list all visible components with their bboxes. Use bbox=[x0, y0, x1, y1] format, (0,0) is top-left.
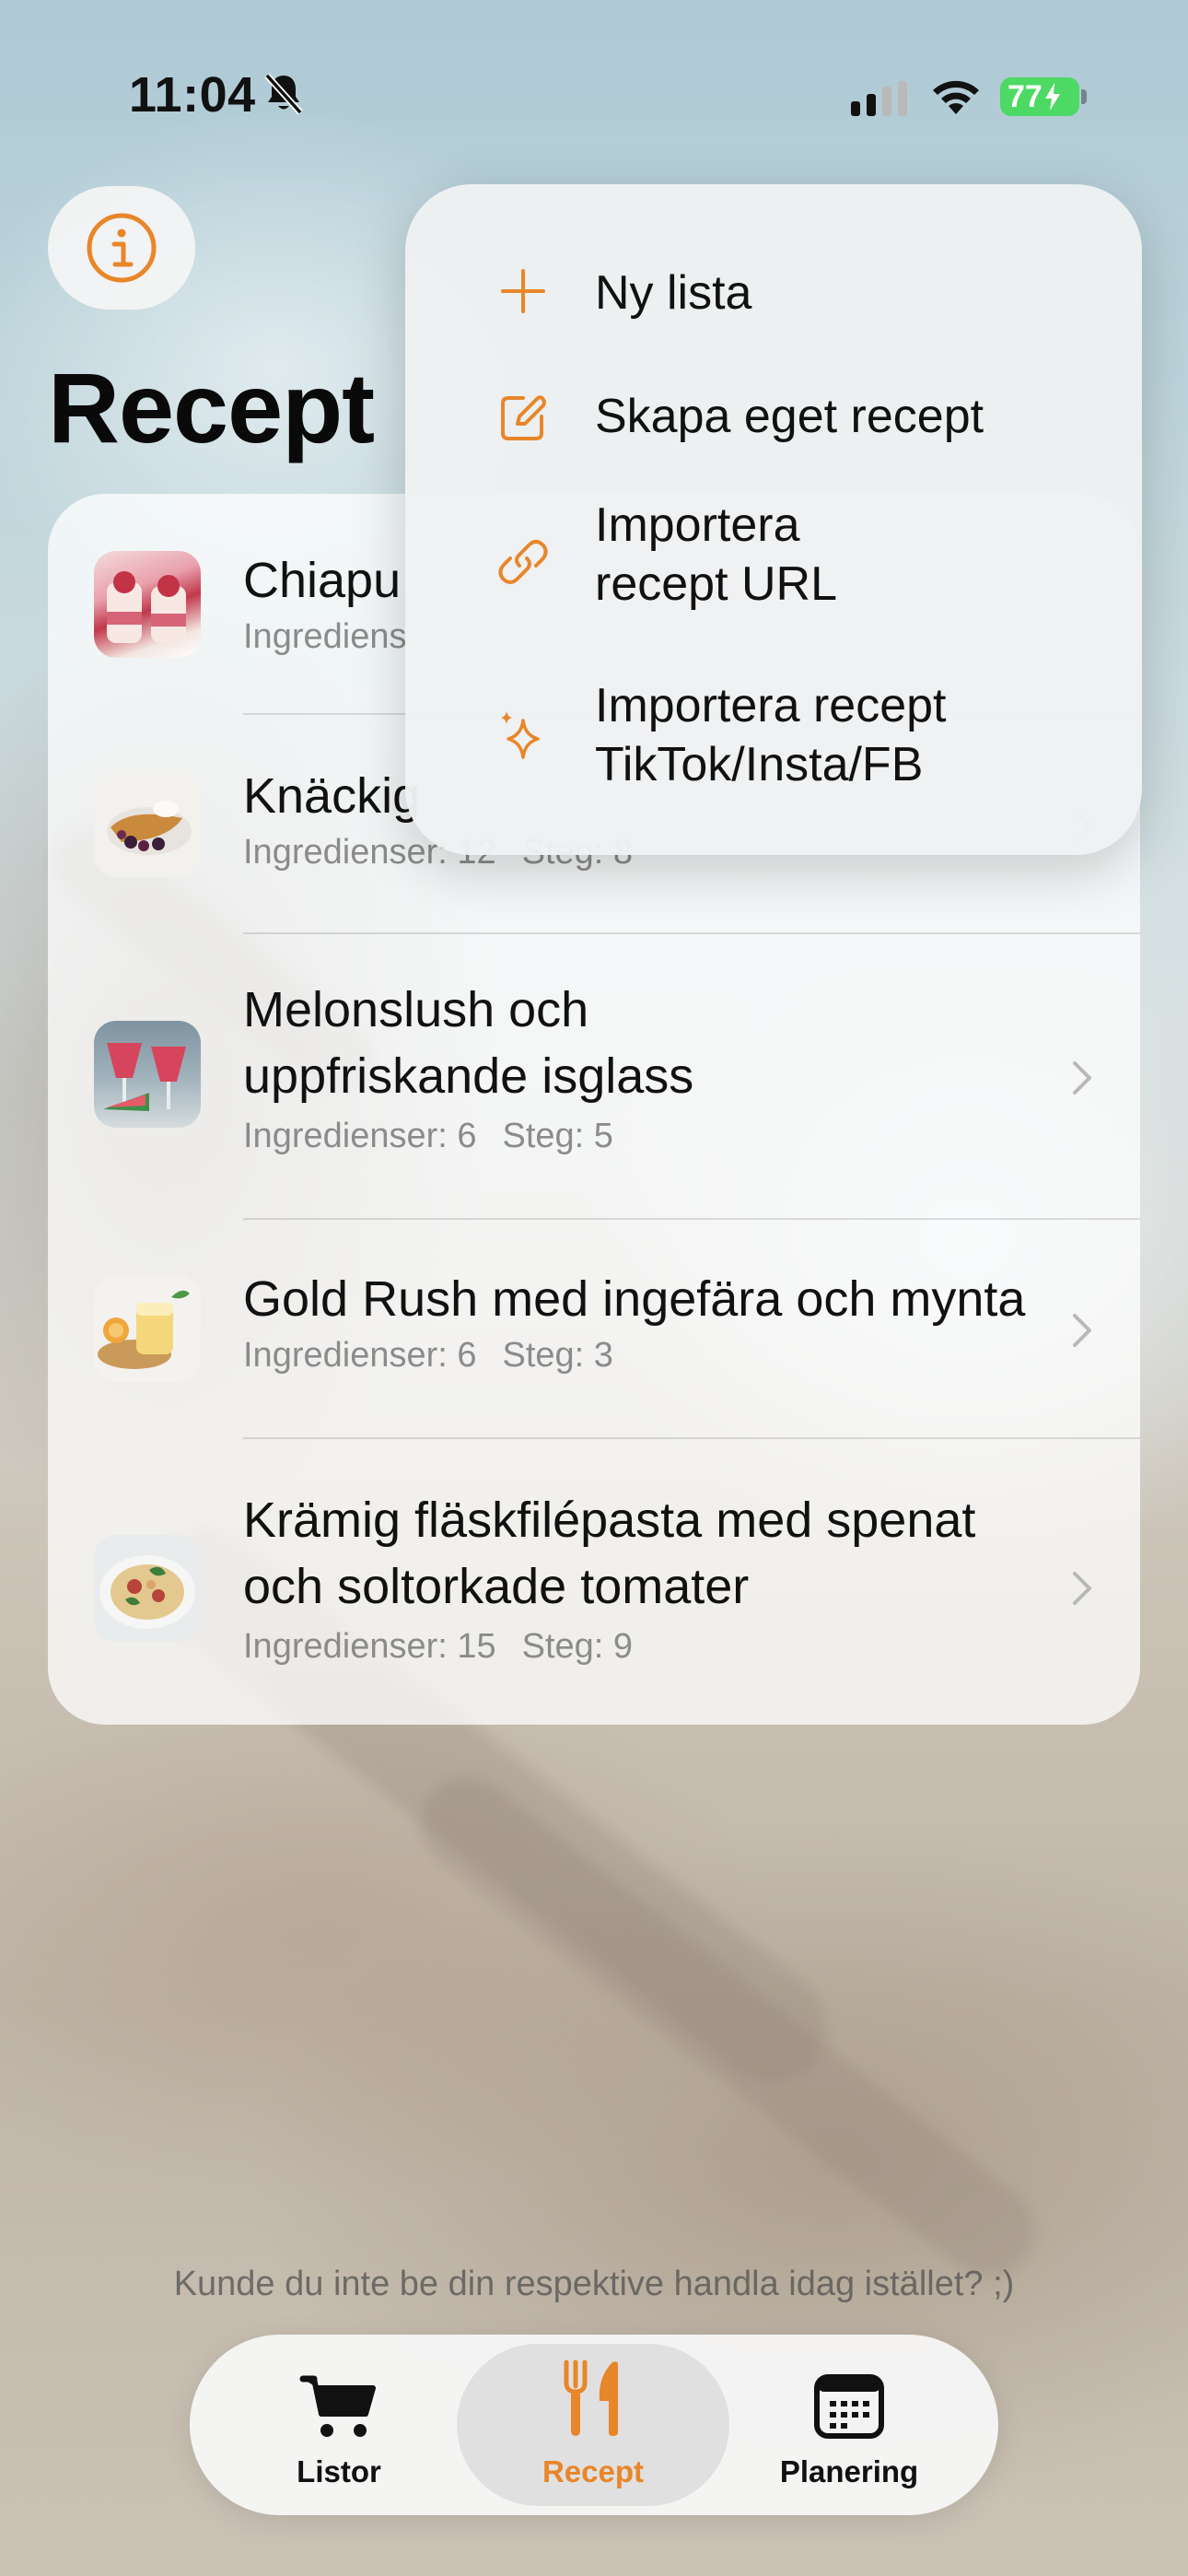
melon-slush-image bbox=[103, 1043, 186, 1111]
sparkles-icon bbox=[501, 711, 540, 759]
menu-item-create-recipe[interactable]: Skapa eget recept bbox=[405, 361, 1142, 472]
signal-icon bbox=[851, 81, 907, 116]
tab-label: Planering bbox=[779, 2454, 919, 2488]
recipe-title: Gold Rush med ingefära och mynta bbox=[243, 1271, 1026, 1327]
chevron-right-icon bbox=[1073, 1314, 1091, 1347]
add-menu: Ny lista Skapa eget recept Importera rec… bbox=[405, 184, 1142, 855]
recipe-ingredients-count: Ingredienser: 6 bbox=[243, 1117, 477, 1155]
tab-recept[interactable]: Recept bbox=[457, 2344, 729, 2506]
tab-bar: Listor Recept Planering bbox=[190, 2335, 998, 2515]
menu-item-label: Ny lista bbox=[595, 266, 752, 320]
page-title: Recept bbox=[48, 352, 375, 463]
recipe-steps-count: Steg: 3 bbox=[502, 1336, 613, 1375]
menu-item-label: Importera recept TikTok/Insta/FB bbox=[595, 679, 947, 791]
recipe-ingredients-count: Ingredienser: 6 bbox=[243, 1336, 477, 1375]
battery-indicator: 77 bbox=[1000, 77, 1079, 116]
recipe-steps-count: Steg: 5 bbox=[502, 1117, 613, 1155]
dessert-glass-image bbox=[107, 571, 186, 643]
tab-planering[interactable]: Planering bbox=[713, 2344, 985, 2506]
menu-item-label: Importera recept URL bbox=[595, 498, 837, 611]
recipe-meta: Ingredienser: 6 Steg: 5 bbox=[243, 1117, 613, 1156]
crumble-dessert-image bbox=[107, 801, 192, 855]
calendar-icon bbox=[814, 2374, 884, 2439]
battery-level: 77 bbox=[1007, 78, 1042, 114]
menu-item-new-list[interactable]: Ny lista bbox=[405, 240, 1142, 350]
plus-icon bbox=[501, 269, 545, 313]
status-time: 11:04 bbox=[129, 67, 256, 123]
recipe-title: Krämig fläskfilépasta med spenat och sol… bbox=[243, 1493, 976, 1614]
recipe-ingredients-count: Ingredienser: 15 bbox=[243, 1627, 496, 1666]
footer-message: Kunde du inte be din respektive handla i… bbox=[173, 2265, 1015, 2303]
cart-icon bbox=[299, 2375, 376, 2437]
compose-icon bbox=[501, 395, 546, 440]
fork-knife-icon bbox=[564, 2359, 618, 2436]
link-icon bbox=[498, 540, 548, 584]
chevron-right-icon bbox=[1073, 1572, 1091, 1605]
charging-bolt-icon bbox=[1044, 83, 1060, 111]
recipe-thumbnail bbox=[94, 1275, 201, 1382]
tab-listor[interactable]: Listor bbox=[203, 2344, 475, 2506]
recipe-thumbnail bbox=[94, 551, 201, 658]
wifi-icon bbox=[933, 80, 979, 114]
status-bar: 11:04 77 bbox=[0, 0, 1188, 184]
recipe-steps-count: Steg: 9 bbox=[521, 1627, 634, 1666]
info-icon bbox=[87, 213, 157, 283]
pasta-dish-image bbox=[99, 1555, 195, 1629]
recipe-meta: Ingredienser: 6 Steg: 3 bbox=[243, 1336, 613, 1376]
menu-item-import-url[interactable]: Importera recept URL bbox=[405, 485, 1142, 632]
chevron-right-icon bbox=[1073, 1061, 1091, 1095]
recipe-title: Melonslush och uppfriskande isglass bbox=[243, 982, 694, 1104]
recipe-thumbnail bbox=[94, 1021, 201, 1128]
recipe-thumbnail bbox=[94, 1535, 201, 1642]
recipe-thumbnail bbox=[94, 770, 201, 877]
recipe-row[interactable]: Melonslush och uppfriskande isglass Ingr… bbox=[48, 934, 1140, 1220]
tab-label: Listor bbox=[297, 2454, 381, 2488]
battery-cap bbox=[1081, 89, 1087, 104]
recipe-row[interactable]: Gold Rush med ingefära och mynta Ingredi… bbox=[48, 1220, 1140, 1439]
menu-item-label: Skapa eget recept bbox=[595, 390, 984, 443]
info-button[interactable] bbox=[48, 186, 195, 310]
tab-label: Recept bbox=[542, 2454, 645, 2488]
menu-item-import-social[interactable]: Importera recept TikTok/Insta/FB bbox=[405, 667, 1142, 814]
recipe-ingredients-count: Ingrediens bbox=[243, 617, 407, 656]
gold-rush-drink-image bbox=[98, 1290, 190, 1369]
recipe-meta: Ingredienser: 15 Steg: 9 bbox=[243, 1627, 633, 1667]
bell-off-icon bbox=[264, 73, 303, 115]
recipe-meta: Ingrediens bbox=[243, 617, 406, 657]
recipe-row[interactable]: Krämig fläskfilépasta med spenat och sol… bbox=[48, 1439, 1140, 1725]
